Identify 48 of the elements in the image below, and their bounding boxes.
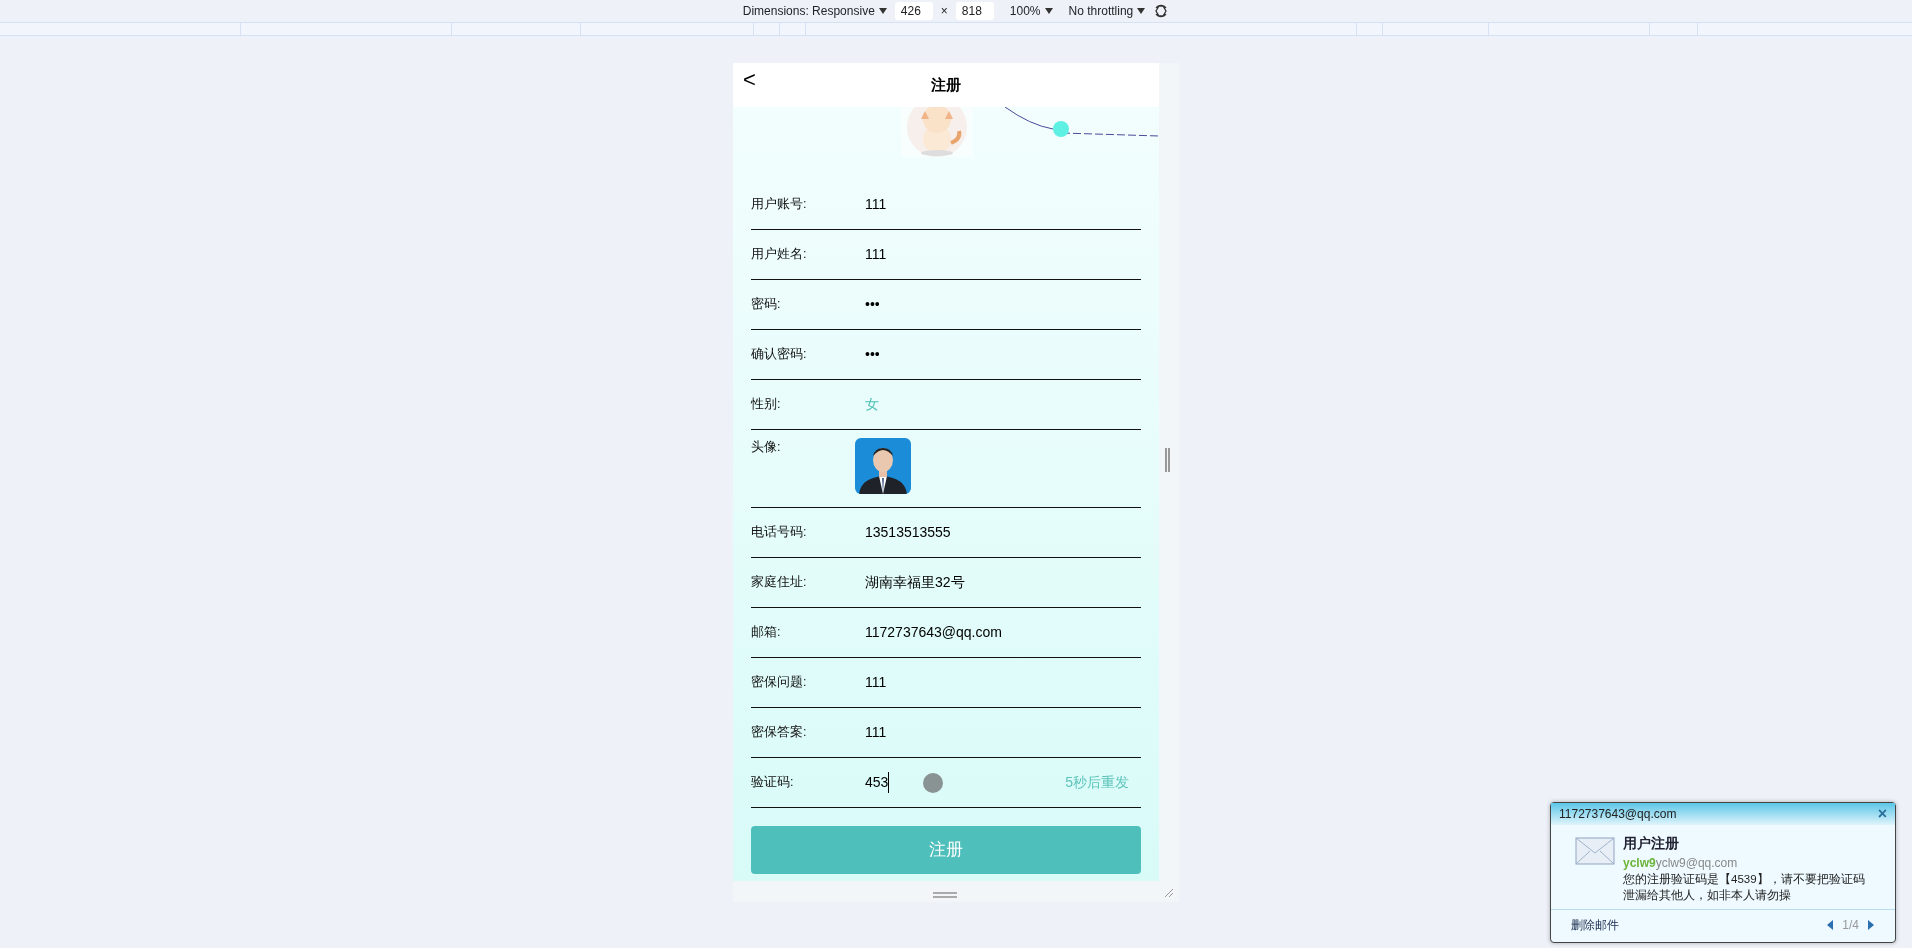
sender-email: yclw9@qq.com (1655, 856, 1738, 870)
field-label: 验证码: (751, 774, 795, 792)
zoom-dropdown[interactable]: 100% (1009, 2, 1053, 20)
input-field[interactable]: 湖南幸福里32号 (855, 572, 975, 593)
throttling-dropdown[interactable]: No throttling (1068, 2, 1146, 20)
touch-cursor-icon (923, 772, 944, 793)
field-label: 密码: (751, 296, 782, 314)
input-field[interactable]: ••• (855, 294, 890, 315)
field-label: 密保答案: (751, 724, 808, 742)
caret-icon (1137, 8, 1146, 14)
caret-icon (878, 8, 887, 14)
input-field[interactable]: 111 (855, 194, 897, 215)
field-label: 用户账号: (751, 196, 808, 214)
field-label: 头像: (751, 439, 782, 456)
previous-icon[interactable] (1826, 920, 1835, 931)
caret-icon (1044, 8, 1053, 14)
field-label: 家庭住址: (751, 574, 808, 592)
width-field[interactable]: 426 (894, 2, 933, 20)
field-label: 邮箱: (751, 624, 782, 642)
back-button[interactable]: < (743, 69, 756, 91)
input-field[interactable]: 13513513555 (855, 522, 961, 543)
field-label: 密保问题: (751, 674, 808, 692)
field-label: 用户姓名: (751, 246, 808, 264)
field-label: 确认密码: (751, 346, 808, 364)
mail-subject: 用户注册 (1623, 834, 1680, 853)
input-field[interactable]: 111 (855, 722, 897, 743)
close-button[interactable]: × (1877, 806, 1887, 822)
page-counter: 1/4 (1842, 917, 1859, 935)
account-text: 1172737643@qq.com (1559, 806, 1677, 823)
sender-name: yclw9 (1623, 856, 1656, 870)
field-label: 性别: (751, 396, 782, 414)
height-field[interactable]: 818 (955, 2, 994, 20)
page-title: 注册 (931, 74, 961, 95)
resize-handle[interactable] (1165, 448, 1170, 472)
field-label: 电话号码: (751, 524, 808, 542)
input-field[interactable]: ••• (855, 344, 890, 365)
input-field[interactable]: 1172737643@qq.com (855, 622, 1012, 643)
input-field[interactable]: 453 (855, 772, 890, 793)
resize-handle[interactable] (933, 892, 957, 898)
input-field[interactable]: 111 (855, 244, 897, 265)
next-icon[interactable] (1867, 920, 1875, 931)
times-text: × (940, 3, 948, 20)
envelope-icon (1575, 837, 1615, 865)
resize-corner-icon[interactable] (1164, 888, 1174, 898)
delete-mail-link[interactable]: 删除邮件 (1571, 916, 1619, 935)
mail-message: 您的注册验证码是【4539】，请不要把验证码泄漏给其他人，如非本人请勿操 (1623, 872, 1866, 903)
dimensions-dropdown[interactable]: Dimensions: Responsive (742, 2, 887, 20)
input-field[interactable]: 111 (855, 672, 897, 693)
